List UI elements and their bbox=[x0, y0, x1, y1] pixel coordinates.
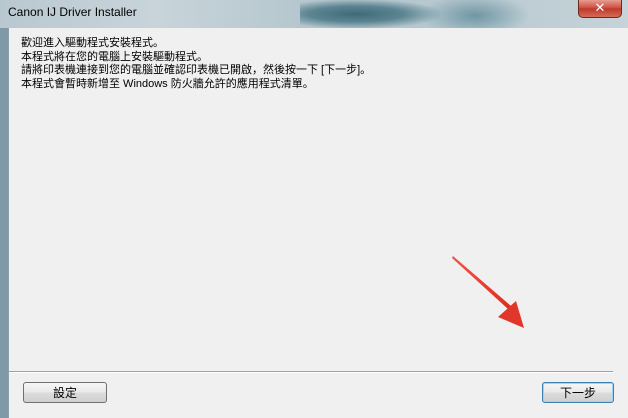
title-bar[interactable]: Canon IJ Driver Installer ✕ bbox=[0, 0, 628, 28]
arrow-shaft bbox=[452, 256, 511, 309]
next-button[interactable]: 下一步 bbox=[542, 382, 614, 403]
footer-divider bbox=[9, 371, 613, 373]
arrow-head bbox=[498, 301, 524, 328]
message-line: 歡迎進入驅動程式安裝程式。 bbox=[21, 37, 164, 49]
welcome-message: 歡迎進入驅動程式安裝程式。 本程式將在您的電腦上安裝驅動程式。 請將印表機連接到… bbox=[21, 37, 371, 91]
message-line: 本程式會暫時新增至 Windows 防火牆允許的應用程式清單。 bbox=[21, 77, 314, 90]
window-title: Canon IJ Driver Installer bbox=[8, 5, 137, 19]
message-line: 請將印表機連接到您的電腦並確認印表機已開啟，然後按一下 [下一步]。 bbox=[21, 64, 372, 76]
installer-window: Canon IJ Driver Installer ✕ 歡迎進入驅動程式安裝程式… bbox=[0, 0, 628, 418]
close-icon: ✕ bbox=[594, 0, 606, 16]
title-bar-background bbox=[300, 0, 440, 28]
close-button[interactable]: ✕ bbox=[578, 0, 622, 18]
title-bar-background-glow bbox=[420, 0, 530, 28]
settings-button[interactable]: 設定 bbox=[23, 382, 107, 403]
client-area: 歡迎進入驅動程式安裝程式。 本程式將在您的電腦上安裝驅動程式。 請將印表機連接到… bbox=[8, 28, 628, 418]
red-arrow-icon bbox=[452, 256, 524, 328]
message-line: 本程式將在您的電腦上安裝驅動程式。 bbox=[21, 50, 208, 63]
